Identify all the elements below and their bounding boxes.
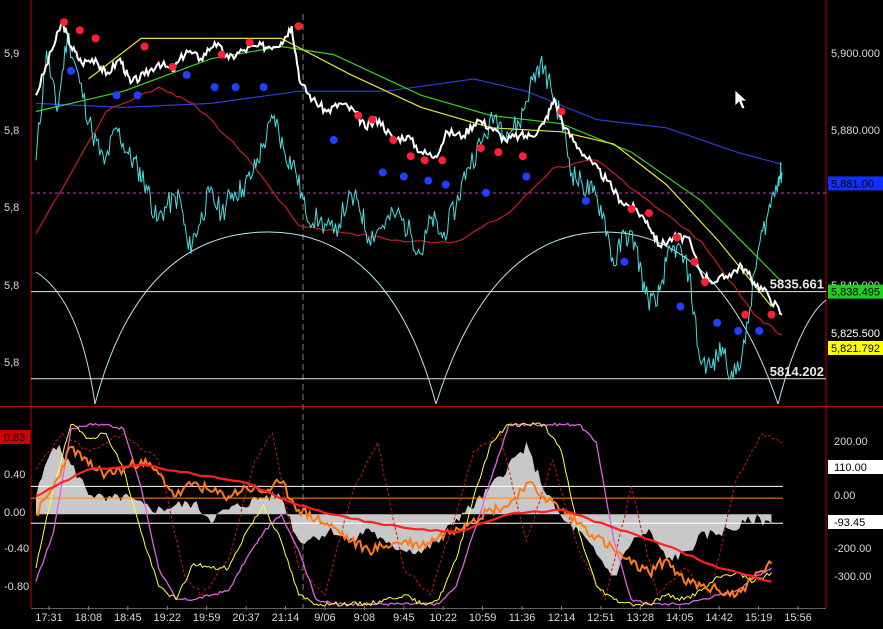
time-axis-label: 14:42 bbox=[705, 612, 733, 624]
price-left-tick: 5,8 bbox=[4, 280, 19, 292]
red-signal-dot bbox=[389, 135, 398, 144]
red-signal-dot bbox=[245, 38, 254, 47]
time-axis-label: 13:28 bbox=[627, 612, 655, 624]
red-signal-dot bbox=[368, 115, 377, 124]
price-right-tick: 5,880.000 bbox=[831, 125, 880, 137]
time-axis-label: 14:05 bbox=[666, 612, 694, 624]
osc-left-tick: 0.00 bbox=[4, 507, 25, 519]
osc-left-tick: 0.40 bbox=[4, 469, 25, 481]
price-left-tick: 5,8 bbox=[4, 202, 19, 214]
red-signal-dot bbox=[557, 107, 566, 116]
chart-svg: 5835.661 5814.202 5,9 5,8 5,8 5,8 5,8 5,900.00… bbox=[0, 0, 883, 624]
red-signal-dot bbox=[627, 205, 636, 213]
red-signal-dot bbox=[217, 50, 226, 59]
red-signal-dot bbox=[168, 62, 177, 71]
price-tag-label: 5,881.00 bbox=[831, 178, 874, 190]
red-signal-dot bbox=[741, 310, 750, 319]
time-axis-label: 21:14 bbox=[272, 612, 300, 624]
blue-signal-dot bbox=[620, 257, 629, 266]
time-axis-label: 19:59 bbox=[193, 612, 221, 624]
red-signal-dot bbox=[354, 111, 363, 120]
time-axis-label: 10:59 bbox=[469, 612, 497, 624]
time-axis-label: 11:36 bbox=[509, 612, 536, 624]
time-axis-label: 20:37 bbox=[232, 612, 260, 624]
osc-right-tick: -200.00 bbox=[834, 543, 871, 555]
osc-left-tick: -0.40 bbox=[4, 543, 29, 555]
red-signal-dot bbox=[60, 18, 69, 27]
red-signal-dot bbox=[75, 26, 84, 35]
red-signal-dot bbox=[140, 42, 149, 51]
level-label-2: 5814.202 bbox=[770, 364, 824, 379]
price-tag-label: 5,825.500 bbox=[831, 328, 880, 340]
blue-signal-dot bbox=[581, 196, 590, 205]
trading-chart: 5835.661 5814.202 5,9 5,8 5,8 5,8 5,8 5,900.00… bbox=[0, 0, 883, 624]
red-signal-dot bbox=[672, 233, 681, 242]
time-axis-label: 9/06 bbox=[314, 612, 335, 624]
red-signal-dot bbox=[767, 310, 776, 319]
time-axis-label: 18:08 bbox=[75, 612, 103, 624]
blue-signal-dot bbox=[424, 176, 433, 185]
blue-signal-dot bbox=[210, 83, 219, 92]
time-axis-label: 9:45 bbox=[393, 612, 414, 624]
blue-signal-dot bbox=[112, 91, 121, 100]
blue-signal-dot bbox=[755, 326, 764, 335]
blue-signal-dot bbox=[67, 66, 76, 75]
price-left-tick: 5,9 bbox=[4, 48, 19, 60]
price-left-tick: 5,8 bbox=[4, 125, 19, 137]
level-label-1: 5835.661 bbox=[770, 277, 824, 292]
time-axis-label: 9:08 bbox=[354, 612, 375, 624]
red-signal-dot bbox=[690, 257, 699, 266]
price-tag-label: 5,838.495 bbox=[831, 287, 880, 299]
time-axis-label: 12:51 bbox=[587, 612, 615, 624]
blue-signal-dot bbox=[399, 172, 408, 181]
blue-signal-dot bbox=[259, 83, 268, 92]
time-axis-label: 17:31 bbox=[35, 612, 63, 624]
osc-left-tag-label: 0.83 bbox=[4, 432, 25, 444]
osc-right-tick: 200.00 bbox=[834, 436, 868, 448]
time-axis-label: 15:56 bbox=[784, 612, 812, 624]
time-axis-label: 18:45 bbox=[114, 612, 142, 624]
blue-signal-dot bbox=[182, 70, 191, 79]
blue-signal-dot bbox=[713, 318, 722, 327]
red-signal-dot bbox=[644, 209, 653, 218]
blue-signal-dot bbox=[676, 302, 685, 311]
osc-left-tick: -0.80 bbox=[4, 581, 29, 593]
time-axis-label: 15:19 bbox=[745, 612, 773, 624]
red-signal-dot bbox=[406, 152, 415, 161]
blue-signal-dot bbox=[133, 91, 142, 100]
red-signal-dot bbox=[518, 152, 527, 161]
blue-signal-dot bbox=[734, 326, 743, 335]
osc-right-tick: -300.00 bbox=[834, 571, 871, 583]
blue-signal-dot bbox=[231, 83, 240, 92]
blue-signal-dot bbox=[441, 180, 450, 189]
red-signal-dot bbox=[91, 34, 100, 43]
osc-right-tick: 0.00 bbox=[834, 490, 855, 502]
time-axis-label: 19:22 bbox=[153, 612, 181, 624]
red-signal-dot bbox=[438, 156, 447, 165]
price-tag-label: 5,821.792 bbox=[831, 343, 880, 355]
red-signal-dot bbox=[700, 278, 709, 287]
blue-signal-dot bbox=[482, 188, 491, 197]
red-signal-dot bbox=[494, 148, 503, 157]
osc-right-tag-label: -93.45 bbox=[834, 517, 865, 529]
blue-signal-dot bbox=[378, 168, 387, 177]
time-axis-label: 12:14 bbox=[548, 612, 576, 624]
red-signal-dot bbox=[294, 22, 303, 31]
price-left-tick: 5,8 bbox=[4, 357, 19, 369]
blue-signal-dot bbox=[522, 172, 531, 181]
price-right-tick: 5,900.000 bbox=[831, 48, 880, 60]
osc-right-tag-label: 110.00 bbox=[834, 462, 867, 474]
time-axis-label: 10:22 bbox=[429, 612, 457, 624]
blue-signal-dot bbox=[329, 135, 338, 144]
red-signal-dot bbox=[420, 156, 429, 165]
red-signal-dot bbox=[476, 144, 485, 153]
